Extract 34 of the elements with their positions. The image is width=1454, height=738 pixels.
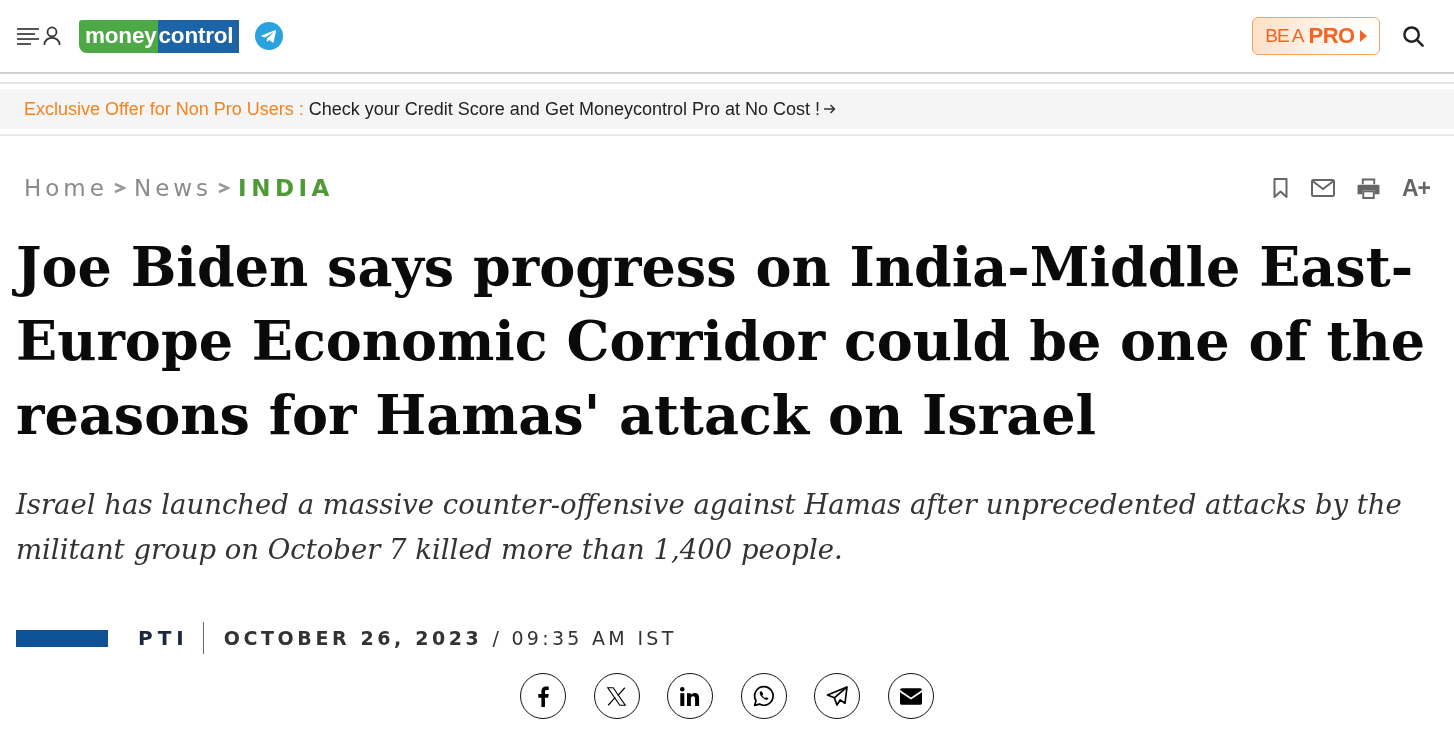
facebook-icon bbox=[537, 685, 549, 707]
share-button[interactable] bbox=[520, 673, 567, 719]
author-name[interactable]: PTI bbox=[138, 626, 189, 650]
font-size-button[interactable]: A+ bbox=[1401, 176, 1430, 200]
arrow-right-icon[interactable] bbox=[824, 104, 836, 114]
share-button[interactable] bbox=[593, 673, 640, 719]
search-icon[interactable] bbox=[1402, 24, 1425, 48]
user-icon[interactable] bbox=[43, 26, 61, 46]
share-button[interactable] bbox=[667, 673, 714, 719]
printer-icon[interactable] bbox=[1356, 177, 1380, 199]
envelope-icon bbox=[899, 687, 922, 705]
paper-plane-icon[interactable] bbox=[255, 22, 284, 50]
linkedin-icon bbox=[680, 686, 701, 706]
publish-time: / 09:35 AM IST bbox=[492, 627, 677, 649]
share-button[interactable] bbox=[814, 673, 861, 719]
paper-plane-icon bbox=[825, 684, 850, 708]
share-button[interactable] bbox=[740, 673, 787, 719]
chevron-right-icon bbox=[218, 182, 231, 194]
offer-link[interactable]: Check your Credit Score and Get Moneycontrol Pro at No Cost ! bbox=[308, 98, 820, 120]
envelope-icon[interactable] bbox=[1310, 179, 1335, 197]
bookmark-icon[interactable] bbox=[1271, 178, 1289, 198]
breadcrumb-link[interactable]: News bbox=[133, 175, 213, 201]
whatsapp-icon bbox=[751, 684, 776, 708]
caret-icon bbox=[1359, 30, 1367, 42]
be-a-pro-button[interactable]: BE A PRO bbox=[1252, 17, 1380, 55]
x-icon bbox=[606, 685, 628, 707]
share-button[interactable] bbox=[887, 673, 934, 719]
chevron-right-icon bbox=[113, 182, 126, 194]
offer-label: Exclusive Offer for Non Pro Users : bbox=[24, 98, 304, 120]
breadcrumb-link[interactable]: Home bbox=[24, 175, 108, 201]
breadcrumb-link[interactable]: INDIA bbox=[238, 175, 334, 201]
article-summary: Israel has launched a massive counter-offensive against Hamas after unprecedented attacks by the militant group on October 7 killed more than 1,400 people. bbox=[16, 487, 1403, 567]
publish-date: OCTOBER 26, 2023 bbox=[223, 627, 483, 649]
menu-icon[interactable] bbox=[16, 26, 40, 46]
